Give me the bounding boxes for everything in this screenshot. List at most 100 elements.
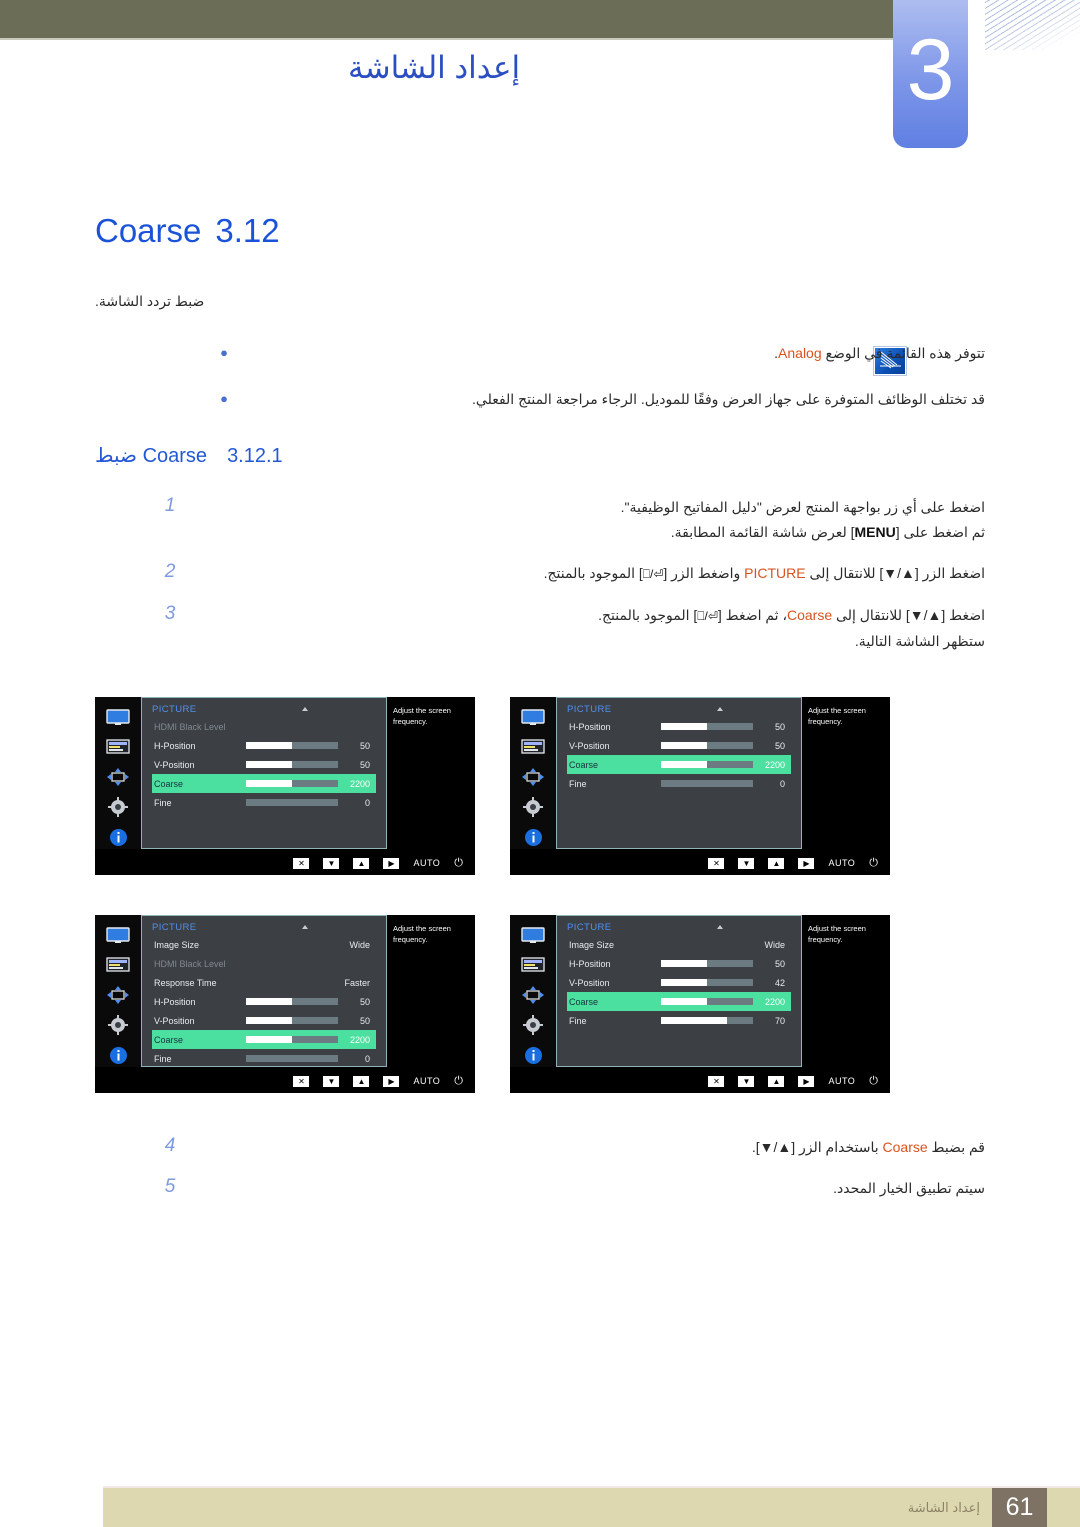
osd-row-fine[interactable]: Fine 0 <box>567 774 791 793</box>
down-button[interactable]: ▼ <box>323 857 340 869</box>
info-icon[interactable] <box>103 1045 133 1065</box>
gear-icon[interactable] <box>103 1015 133 1035</box>
osd-slider[interactable] <box>661 723 753 730</box>
up-button[interactable]: ▲ <box>353 857 370 869</box>
osd-slider[interactable] <box>246 998 338 1005</box>
close-button[interactable]: ✕ <box>293 1075 310 1087</box>
osd-row-response-time[interactable]: Response Time Faster <box>152 973 376 992</box>
power-icon[interactable]: ⏻ <box>454 857 463 870</box>
move-icon[interactable] <box>103 767 133 787</box>
osd-row-label: V-Position <box>569 977 610 988</box>
right-button[interactable]: ▶ <box>383 1075 400 1087</box>
osd-row-value: 50 <box>359 759 370 770</box>
close-button[interactable]: ✕ <box>708 1075 725 1087</box>
section-number: 3.12 <box>215 212 280 249</box>
osd-slider[interactable] <box>661 761 753 768</box>
auto-button[interactable]: AUTO <box>413 1076 440 1086</box>
info-icon[interactable] <box>518 1045 548 1065</box>
note-item-2-text: قد تختلف الوظائف المتوفرة على جهاز العرض… <box>472 391 985 407</box>
osd-row-h-position[interactable]: H-Position 50 <box>152 992 376 1011</box>
gear-icon[interactable] <box>518 797 548 817</box>
osd-slider[interactable] <box>246 780 338 787</box>
auto-button[interactable]: AUTO <box>828 1076 855 1086</box>
power-icon[interactable]: ⏻ <box>454 1075 463 1088</box>
right-button[interactable]: ▶ <box>798 857 815 869</box>
osd-row-fine[interactable]: Fine 70 <box>567 1011 791 1030</box>
osd-row-coarse[interactable]: Coarse 2200 <box>567 755 791 774</box>
osd-sidebar-1 <box>95 697 141 849</box>
osd-slider[interactable] <box>246 761 338 768</box>
osd-slider[interactable] <box>661 780 753 787</box>
osd-row-fine[interactable]: Fine 0 <box>152 1049 376 1068</box>
osd-row-coarse[interactable]: Coarse 2200 <box>152 774 376 793</box>
step-1-line-2: ثم اضغط على [MENU] لعرض شاشة القائمة الم… <box>670 524 985 540</box>
up-button[interactable]: ▲ <box>353 1075 370 1087</box>
down-button[interactable]: ▼ <box>738 857 755 869</box>
up-button[interactable]: ▲ <box>768 857 785 869</box>
osd-row-image-size[interactable]: Image Size Wide <box>567 935 791 954</box>
monitor-icon[interactable] <box>103 707 133 727</box>
power-icon[interactable]: ⏻ <box>869 857 878 870</box>
osd-row-coarse[interactable]: Coarse 2200 <box>567 992 791 1011</box>
osd-slider[interactable] <box>246 742 338 749</box>
auto-button[interactable]: AUTO <box>828 858 855 868</box>
osd-row-coarse[interactable]: Coarse 2200 <box>152 1030 376 1049</box>
right-button[interactable]: ▶ <box>798 1075 815 1087</box>
up-button[interactable]: ▲ <box>768 1075 785 1087</box>
monitor-icon[interactable] <box>518 707 548 727</box>
osd-slider[interactable] <box>246 1055 338 1062</box>
osd-title-4: PICTURE <box>567 922 612 933</box>
move-icon[interactable] <box>103 985 133 1005</box>
step-1: اضغط على أي زر بواجهة المنتج لعرض "دليل … <box>155 495 985 545</box>
osd-slider[interactable] <box>246 1036 338 1043</box>
osd-row-v-position[interactable]: V-Position 50 <box>152 755 376 774</box>
picture-icon[interactable] <box>518 737 548 757</box>
move-icon[interactable] <box>518 767 548 787</box>
info-icon[interactable] <box>518 827 548 847</box>
note-item-1-text: تتوفر هذه القائمة في الوضع Analog. <box>774 345 985 361</box>
osd-row-fine[interactable]: Fine 0 <box>152 793 376 812</box>
picture-icon[interactable] <box>103 737 133 757</box>
osd-row-label: HDMI Black Level <box>154 958 226 969</box>
auto-button[interactable]: AUTO <box>413 858 440 868</box>
power-icon[interactable]: ⏻ <box>869 1075 878 1088</box>
down-button[interactable]: ▼ <box>323 1075 340 1087</box>
close-button[interactable]: ✕ <box>708 857 725 869</box>
osd-row-hdmi-black-level[interactable]: HDMI Black Level <box>152 717 376 736</box>
step-3: اضغط [▲/▼] للانتقال إلى Coarse، ثم اضغط … <box>155 603 985 654</box>
osd-row-h-position[interactable]: H-Position 50 <box>152 736 376 755</box>
osd-row-h-position[interactable]: H-Position 50 <box>567 954 791 973</box>
step-1-line-1: اضغط على أي زر بواجهة المنتج لعرض "دليل … <box>620 499 985 515</box>
osd-row-image-size[interactable]: Image Size Wide <box>152 935 376 954</box>
right-button[interactable]: ▶ <box>383 857 400 869</box>
down-button[interactable]: ▼ <box>738 1075 755 1087</box>
osd-row-v-position[interactable]: V-Position 50 <box>567 736 791 755</box>
monitor-icon[interactable] <box>518 925 548 945</box>
osd-row-h-position[interactable]: H-Position 50 <box>567 717 791 736</box>
osd-slider[interactable] <box>661 960 753 967</box>
osd-row-value: 50 <box>774 958 785 969</box>
info-icon[interactable] <box>103 827 133 847</box>
osd-slider[interactable] <box>661 742 753 749</box>
osd-slider[interactable] <box>661 1017 753 1024</box>
monitor-icon[interactable] <box>103 925 133 945</box>
osd-slider[interactable] <box>661 998 753 1005</box>
gear-icon[interactable] <box>518 1015 548 1035</box>
osd-row-label: Image Size <box>569 939 615 950</box>
osd-figure-2: PICTURE H-Position 50 V-Position 50 Coarse… <box>510 697 890 875</box>
gear-icon[interactable] <box>103 797 133 817</box>
osd-button-bar-2: ✕ ▼ ▲ ▶ AUTO ⏻ <box>510 853 890 873</box>
osd-slider[interactable] <box>661 979 753 986</box>
osd-slider[interactable] <box>246 1017 338 1024</box>
osd-row-v-position[interactable]: V-Position 50 <box>152 1011 376 1030</box>
osd-row-v-position[interactable]: V-Position 42 <box>567 973 791 992</box>
osd-row-hdmi-black-level[interactable]: HDMI Black Level <box>152 954 376 973</box>
osd-row-value: 50 <box>359 1015 370 1026</box>
close-button[interactable]: ✕ <box>293 857 310 869</box>
osd-slider[interactable] <box>246 799 338 806</box>
osd-row-value: 2200 <box>764 996 785 1007</box>
picture-icon[interactable] <box>103 955 133 975</box>
move-icon[interactable] <box>518 985 548 1005</box>
picture-icon[interactable] <box>518 955 548 975</box>
osd-panel-1: PICTURE HDMI Black Level H-Position 50 V-… <box>141 697 387 849</box>
